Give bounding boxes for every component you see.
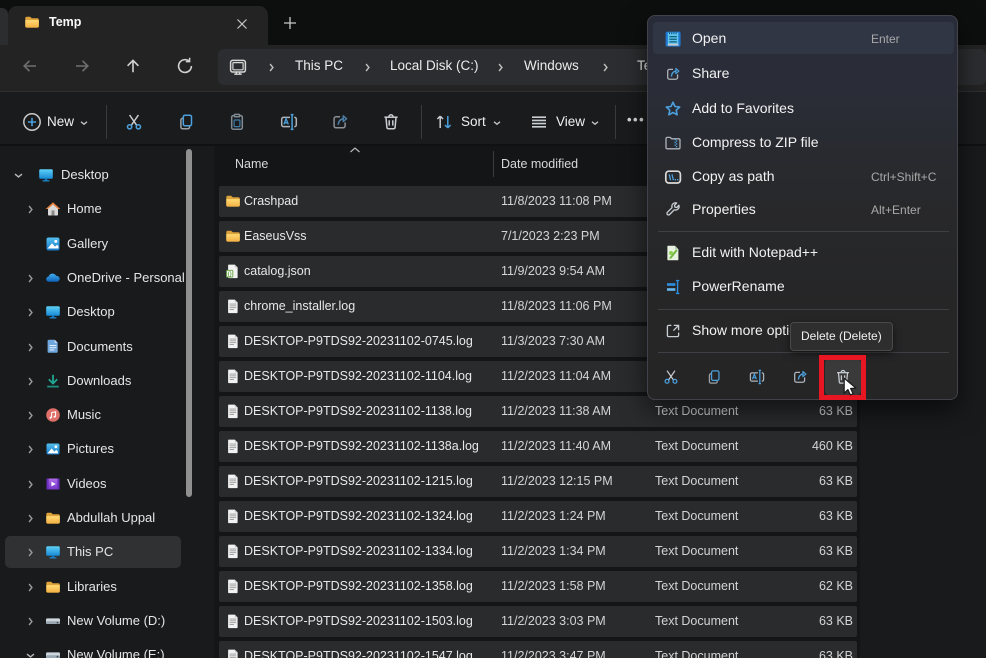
svg-text:{}: {}	[228, 272, 232, 278]
